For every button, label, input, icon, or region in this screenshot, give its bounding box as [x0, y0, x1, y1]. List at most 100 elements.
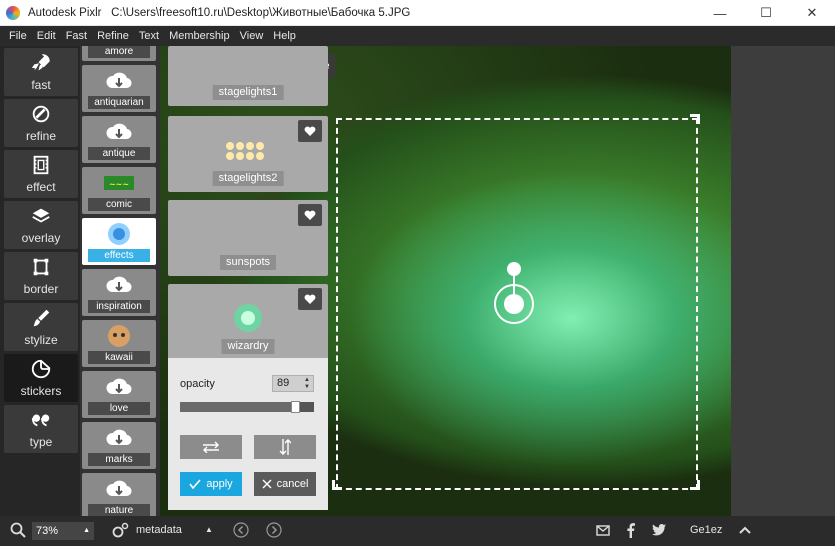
move-handle[interactable] — [504, 294, 524, 314]
cancel-button[interactable]: cancel — [254, 472, 316, 496]
sticker-category-marks[interactable]: marks — [82, 422, 156, 469]
cloud-download-icon — [106, 123, 132, 140]
tool-refine[interactable]: refine — [4, 99, 78, 147]
check-icon — [189, 479, 201, 489]
previous-icon[interactable] — [233, 522, 249, 538]
sticker-category-nature[interactable]: nature — [82, 473, 156, 516]
cloud-download-icon — [106, 72, 132, 89]
favorite-heart-icon[interactable] — [298, 120, 322, 142]
effect-label: stagelights2 — [212, 171, 284, 186]
flip-horizontal-icon — [203, 441, 219, 453]
film-icon — [33, 155, 49, 175]
tool-label: type — [29, 435, 53, 449]
twitter-icon[interactable] — [652, 524, 666, 536]
tool-stylize[interactable]: stylize — [4, 303, 78, 351]
zoom-select[interactable]: 73% ▲ — [32, 522, 94, 540]
effect-card-sunspots[interactable]: sunspots — [168, 200, 328, 276]
flip-horizontal-button[interactable] — [180, 435, 242, 459]
spinner-arrows-icon[interactable]: ▲ ▼ — [304, 377, 310, 391]
effect-card-stagelights2[interactable]: stagelights2 — [168, 116, 328, 192]
tool-label: border — [23, 282, 59, 296]
kawaii-thumb-icon — [108, 325, 130, 347]
flip-vertical-icon — [279, 439, 291, 455]
tool-border[interactable]: border — [4, 252, 78, 300]
sticker-category-antique[interactable]: antique — [82, 116, 156, 163]
email-icon[interactable] — [596, 525, 610, 536]
effect-card-wizardry[interactable]: wizardry — [168, 284, 328, 360]
sticker-category-kawaii[interactable]: kawaii — [82, 320, 156, 367]
pixlr-logo-icon — [6, 5, 20, 20]
menu-edit[interactable]: Edit — [32, 30, 61, 42]
menu-text[interactable]: Text — [134, 30, 164, 42]
cloud-download-icon — [106, 480, 132, 497]
sticker-category-label: nature — [88, 504, 150, 516]
user-name[interactable]: Ge1ez — [690, 524, 722, 536]
close-button[interactable]: ✕ — [789, 0, 835, 26]
opacity-slider[interactable] — [180, 401, 314, 413]
file-path: C:\Users\freesoft10.ru\Desktop\Животные\… — [111, 6, 411, 19]
svg-text:~~~: ~~~ — [109, 180, 129, 189]
tool-stickers[interactable]: stickers — [4, 354, 78, 402]
sticker-icon — [31, 359, 51, 379]
sticker-category-love[interactable]: love — [82, 371, 156, 418]
sticker-category-inspiration[interactable]: inspiration — [82, 269, 156, 316]
apply-button[interactable]: apply — [180, 472, 242, 496]
comic-thumb-icon: ~~~ — [104, 176, 134, 190]
selection-corner-bottom-left[interactable] — [332, 480, 342, 490]
flip-vertical-button[interactable] — [254, 435, 316, 459]
metadata-label[interactable]: metadata — [136, 524, 182, 536]
sticker-category-antiquarian[interactable]: antiquarian — [82, 65, 156, 112]
menu-refine[interactable]: Refine — [92, 30, 134, 42]
tool-type[interactable]: type — [4, 405, 78, 453]
effect-label: stagelights1 — [212, 85, 284, 100]
facebook-icon[interactable] — [626, 523, 635, 538]
rotate-handle[interactable] — [507, 262, 521, 276]
tool-label: stylize — [24, 333, 58, 347]
effect-label: sunspots — [219, 255, 277, 270]
menu-file[interactable]: File — [4, 30, 32, 42]
chevron-up-icon[interactable] — [739, 526, 751, 534]
refine-icon — [32, 105, 50, 123]
zoom-icon[interactable] — [10, 522, 26, 538]
menu-help[interactable]: Help — [268, 30, 301, 42]
effect-card-stagelights1[interactable]: stagelights1 — [168, 46, 328, 106]
tool-label: refine — [25, 129, 57, 143]
sticker-category-comic[interactable]: ~~~ comic — [82, 167, 156, 214]
selection-corner-bottom-right[interactable] — [690, 480, 700, 490]
apply-label: apply — [206, 478, 233, 490]
menu-membership[interactable]: Membership — [164, 30, 235, 42]
tool-sidebar: fast refine effect overlay border styliz… — [0, 46, 80, 516]
metadata-icon[interactable] — [112, 522, 130, 538]
effects-thumb-icon — [108, 223, 130, 245]
layers-icon — [32, 208, 50, 223]
sticker-category-list[interactable]: amore antiquarian antique ~~~ comic effe… — [80, 46, 160, 516]
menu-fast[interactable]: Fast — [61, 30, 92, 42]
sticker-category-label: antique — [88, 147, 150, 160]
sticker-category-amore[interactable]: amore — [82, 46, 156, 61]
tool-fast[interactable]: fast — [4, 48, 78, 96]
title-bar: Autodesk Pixlr C:\Users\freesoft10.ru\De… — [0, 0, 835, 26]
menu-bar: File Edit Fast Refine Text Membership Vi… — [0, 26, 835, 46]
opacity-slider-thumb[interactable] — [291, 401, 300, 413]
stagelights-thumb-icon — [226, 142, 264, 160]
tool-effect[interactable]: effect — [4, 150, 78, 198]
close-icon — [262, 479, 272, 489]
cancel-label: cancel — [276, 478, 309, 490]
cloud-download-icon — [106, 429, 132, 446]
caret-up-icon[interactable]: ▲ — [205, 525, 213, 534]
tool-label: stickers — [20, 384, 62, 398]
selection-corner-top-right[interactable] — [690, 114, 700, 124]
cloud-download-icon — [106, 276, 132, 293]
maximize-button[interactable]: ☐ — [743, 0, 789, 26]
sticker-category-effects[interactable]: effects — [82, 218, 156, 265]
sticker-category-label: kawaii — [88, 351, 150, 364]
next-icon[interactable] — [266, 522, 282, 538]
minimize-button[interactable]: — — [697, 0, 743, 26]
cloud-download-icon — [106, 378, 132, 395]
favorite-heart-icon[interactable] — [298, 204, 322, 226]
opacity-spinner[interactable]: 89 ▲ ▼ — [272, 375, 314, 392]
tool-label: effect — [26, 180, 56, 194]
favorite-heart-icon[interactable] — [298, 288, 322, 310]
menu-view[interactable]: View — [235, 30, 269, 42]
tool-overlay[interactable]: overlay — [4, 201, 78, 249]
